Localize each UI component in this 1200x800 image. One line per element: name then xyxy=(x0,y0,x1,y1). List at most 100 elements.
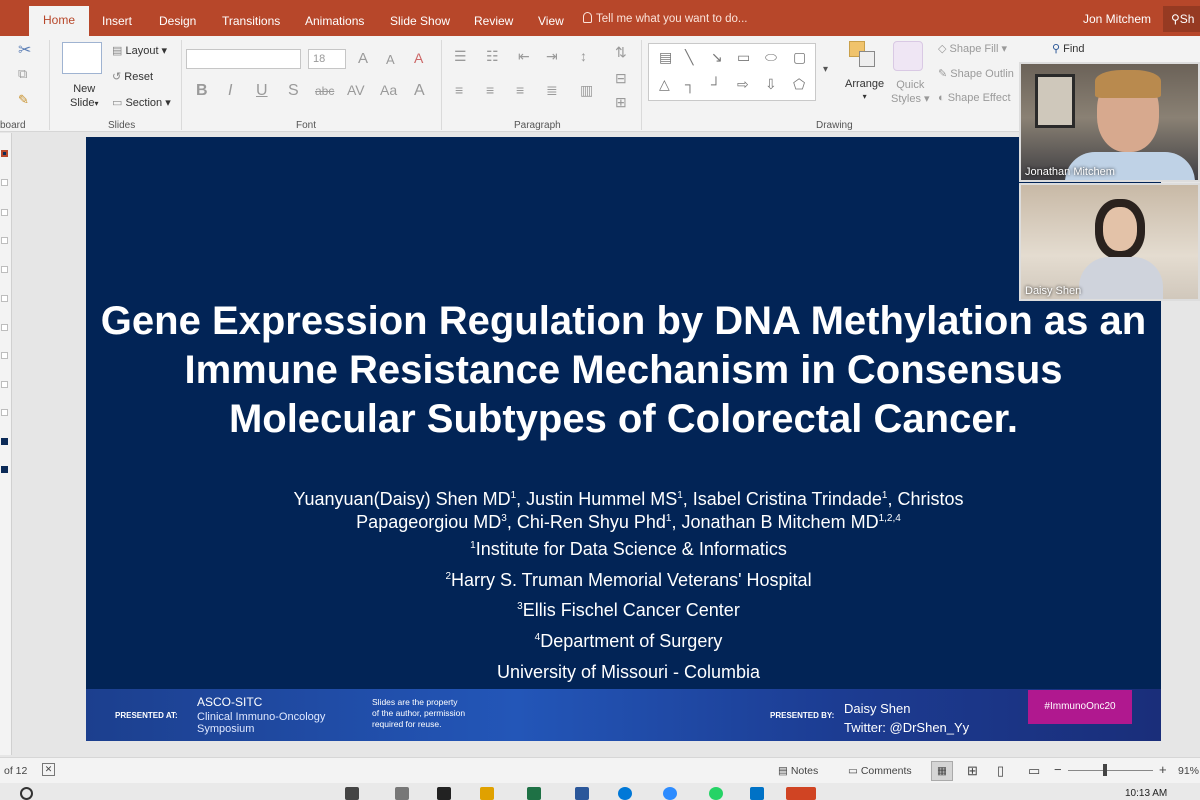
copy-icon[interactable]: ⧉ xyxy=(18,66,27,82)
slide-thumbnail[interactable] xyxy=(1,179,8,186)
user-name[interactable]: Jon Mitchem xyxy=(1083,12,1151,26)
numbering-icon[interactable]: ☷ xyxy=(486,48,499,65)
down-arrow-shape-icon[interactable]: ⇩ xyxy=(765,76,777,93)
whatsapp-icon[interactable] xyxy=(709,787,723,800)
elbow-arrow-icon[interactable]: ┘ xyxy=(711,76,721,92)
shape-effects-button[interactable]: ◐ Shape Effect xyxy=(938,92,1011,104)
underline-icon[interactable]: U xyxy=(256,82,268,100)
oval-shape-icon[interactable]: ⬭ xyxy=(765,49,777,66)
font-size-input[interactable]: 18 xyxy=(308,49,346,69)
new-slide-button[interactable]: New Slide▾ xyxy=(70,82,98,111)
tab-review[interactable]: Review xyxy=(466,8,521,36)
shapes-gallery[interactable]: ▤ ╲ ↘ ▭ ⬭ ▢ △ ┐ ┘ ⇨ ⇩ ⬠ xyxy=(648,43,816,101)
font-color-icon[interactable]: A xyxy=(414,82,425,100)
zoom-out-button[interactable]: − xyxy=(1054,762,1062,777)
align-center-icon[interactable]: ≡ xyxy=(486,82,494,98)
tab-insert[interactable]: Insert xyxy=(94,8,140,36)
justify-icon[interactable]: ≣ xyxy=(546,82,558,99)
slide-thumbnail[interactable] xyxy=(1,324,8,331)
reading-view-icon[interactable]: ▯ xyxy=(997,763,1004,779)
word-icon[interactable] xyxy=(575,787,589,800)
reset-button[interactable]: ↺ Reset xyxy=(112,70,153,83)
section-button[interactable]: ▭ Section ▾ xyxy=(112,96,171,109)
line-shape-icon[interactable]: ╲ xyxy=(685,49,693,66)
shadow-icon[interactable]: S xyxy=(288,82,299,100)
gallery-more-icon[interactable]: ▾ xyxy=(823,64,828,75)
char-spacing-icon[interactable]: AV xyxy=(347,82,365,98)
strikethrough-icon[interactable]: abc xyxy=(315,84,334,98)
find-button[interactable]: ⚲ Find xyxy=(1052,42,1085,55)
smartart-icon[interactable]: ⊞ xyxy=(615,94,627,111)
slide-thumbnail[interactable] xyxy=(1,352,8,359)
tab-slide-show[interactable]: Slide Show xyxy=(382,8,458,36)
increase-indent-icon[interactable]: ⇥ xyxy=(546,48,558,65)
tell-me-search[interactable]: Tell me what you want to do... xyxy=(583,12,748,25)
slide-thumbnail[interactable] xyxy=(1,409,8,416)
align-left-icon[interactable]: ≡ xyxy=(455,82,463,98)
columns-icon[interactable]: ▥ xyxy=(580,82,593,99)
normal-view-icon[interactable]: ▦ xyxy=(931,761,953,781)
slide-thumbnail[interactable] xyxy=(1,295,8,302)
slide-sorter-icon[interactable]: ⊞ xyxy=(967,763,978,779)
align-text-icon[interactable]: ⊟ xyxy=(615,70,627,87)
app-icon[interactable] xyxy=(437,787,451,800)
shape-fill-button[interactable]: ◇ Shape Fill ▾ xyxy=(938,42,1007,55)
spell-check-icon[interactable]: ✕ xyxy=(42,763,55,776)
new-slide-icon[interactable] xyxy=(62,42,102,74)
slide-thumbnail[interactable] xyxy=(1,466,8,473)
task-view-icon[interactable] xyxy=(345,787,359,800)
zoom-level[interactable]: 91% xyxy=(1178,765,1199,777)
slide-thumbnail[interactable] xyxy=(1,266,8,273)
bold-icon[interactable]: B xyxy=(196,82,208,100)
excel-icon[interactable] xyxy=(527,787,541,800)
file-explorer-icon[interactable] xyxy=(480,787,494,800)
font-name-input[interactable] xyxy=(186,49,301,69)
search-icon[interactable] xyxy=(20,787,33,800)
slide-thumbnail[interactable] xyxy=(1,237,8,244)
format-painter-icon[interactable]: ✎ xyxy=(18,92,29,108)
edge-icon[interactable] xyxy=(618,787,632,800)
change-case-icon[interactable]: Aa xyxy=(380,82,397,98)
bullets-icon[interactable]: ☰ xyxy=(454,48,467,65)
zoom-slider-track[interactable] xyxy=(1068,770,1153,771)
italic-icon[interactable]: I xyxy=(228,82,232,100)
powerpoint-icon[interactable] xyxy=(786,787,816,800)
layout-button[interactable]: ▤ Layout ▾ xyxy=(112,44,167,57)
shape-outline-button[interactable]: ✎ Shape Outlin xyxy=(938,67,1014,80)
notes-button[interactable]: ▤ Notes xyxy=(778,765,818,777)
zoom-app-icon[interactable] xyxy=(663,787,677,800)
elbow-connector-icon[interactable]: ┐ xyxy=(685,76,695,92)
arrange-button[interactable]: Arrange ▾ xyxy=(845,78,884,102)
slide-thumbnail[interactable] xyxy=(1,209,8,216)
tab-animations[interactable]: Animations xyxy=(297,8,372,36)
tab-transitions[interactable]: Transitions xyxy=(214,8,288,36)
comments-button[interactable]: ▭ Comments xyxy=(848,765,912,777)
decrease-indent-icon[interactable]: ⇤ xyxy=(518,48,530,65)
text-direction-icon[interactable]: ⇅ xyxy=(615,44,627,61)
share-button[interactable]: ⚲Sh xyxy=(1163,6,1200,32)
grow-font-icon[interactable]: A xyxy=(358,50,368,67)
slide-thumbnail[interactable] xyxy=(1,150,8,157)
line-spacing-icon[interactable]: ↕ xyxy=(580,48,587,64)
zoom-slider-thumb[interactable] xyxy=(1103,764,1107,776)
video-tile-daisy[interactable]: Daisy Shen xyxy=(1019,183,1200,301)
freeform-shape-icon[interactable]: ⬠ xyxy=(793,76,805,93)
slide-thumbnail[interactable] xyxy=(1,381,8,388)
quick-styles-button[interactable]: Quick Styles ▾ xyxy=(891,78,930,106)
outlook-icon[interactable] xyxy=(750,787,764,800)
cut-icon[interactable]: ✂ xyxy=(18,40,31,60)
tab-view[interactable]: View xyxy=(530,8,572,36)
slide-thumbnail[interactable] xyxy=(1,438,8,445)
arrow-line-shape-icon[interactable]: ↘ xyxy=(711,49,723,66)
tab-home[interactable]: Home xyxy=(29,6,90,36)
arrange-icon[interactable] xyxy=(849,41,879,71)
right-arrow-shape-icon[interactable]: ⇨ xyxy=(737,76,749,93)
app-icon[interactable] xyxy=(395,787,409,800)
clear-format-icon[interactable]: A xyxy=(414,50,423,66)
shrink-font-icon[interactable]: A xyxy=(386,52,395,67)
slideshow-view-icon[interactable]: ▭ xyxy=(1028,763,1040,779)
triangle-shape-icon[interactable]: △ xyxy=(659,76,670,93)
quick-styles-icon[interactable] xyxy=(893,41,923,71)
textbox-shape-icon[interactable]: ▤ xyxy=(659,49,672,66)
align-right-icon[interactable]: ≡ xyxy=(516,82,524,98)
